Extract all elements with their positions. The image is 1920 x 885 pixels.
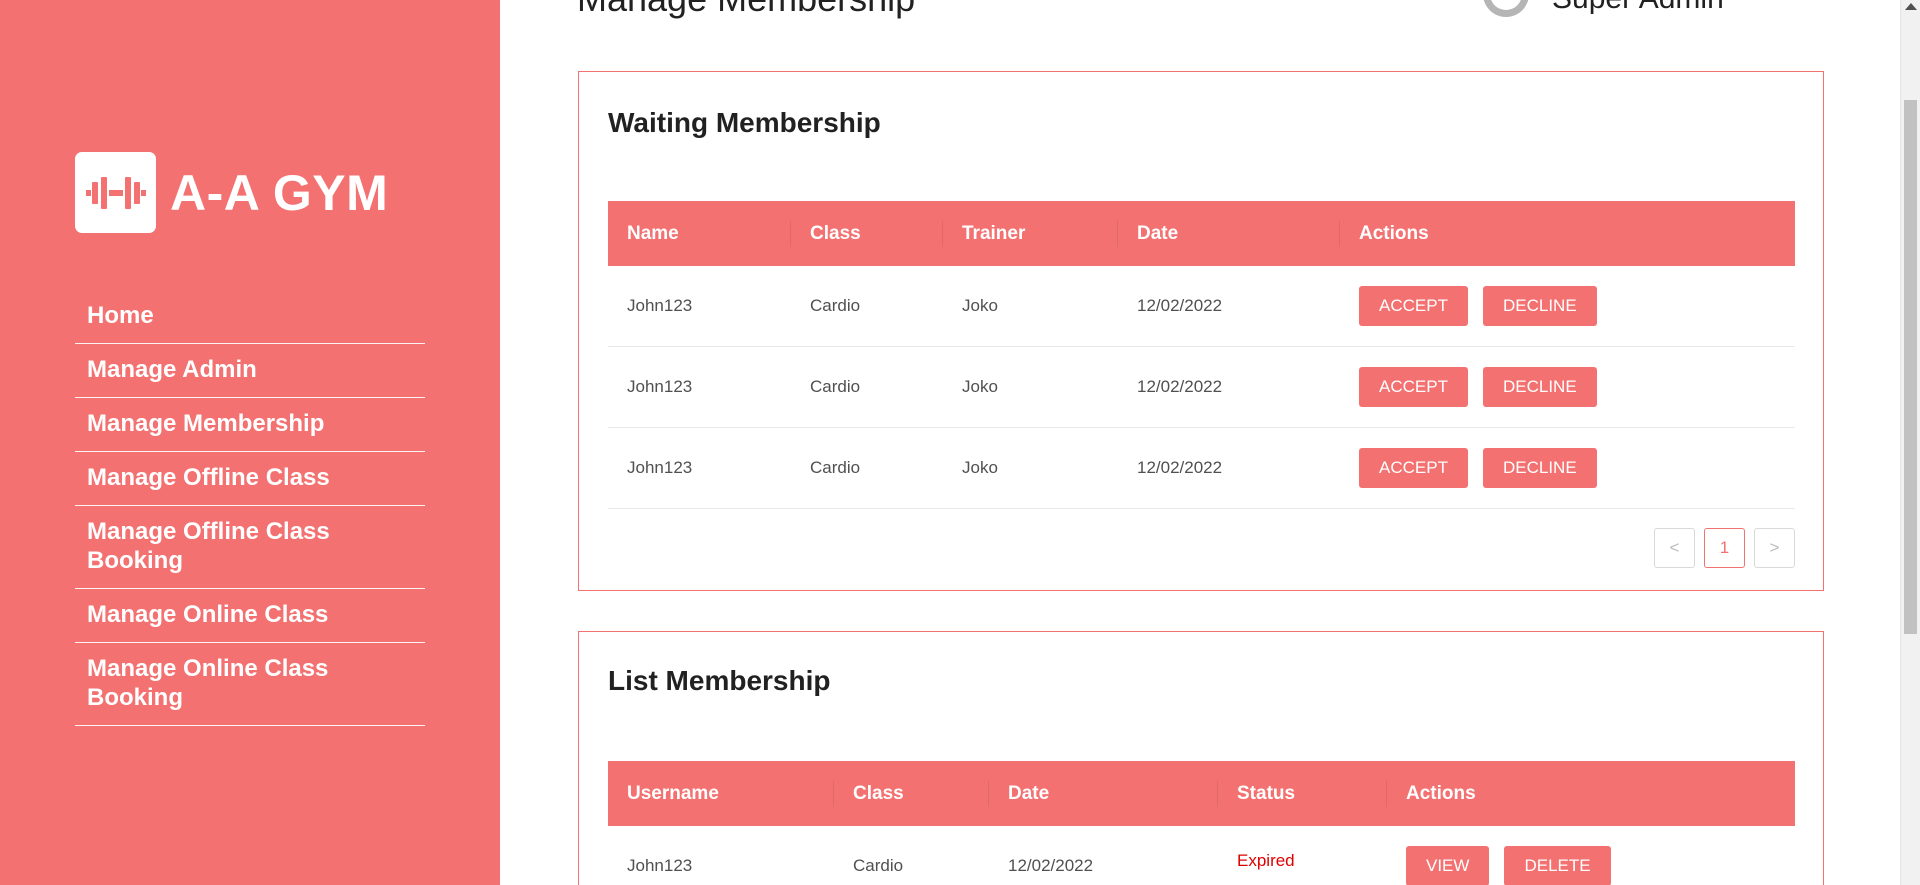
cell-name: John123 — [627, 377, 693, 396]
user-name: Super Admin — [1552, 0, 1724, 16]
list-membership-panel: List Membership Username Class Date Stat… — [578, 631, 1824, 885]
column-header-actions: Actions — [1406, 782, 1476, 804]
pagination-prev-button[interactable]: < — [1654, 528, 1695, 568]
cell-trainer: Joko — [962, 296, 998, 315]
accept-button[interactable]: ACCEPT — [1359, 367, 1468, 407]
cell-date: 12/02/2022 — [1137, 458, 1223, 477]
accept-button[interactable]: ACCEPT — [1359, 286, 1468, 326]
brand[interactable]: A-A GYM — [75, 152, 388, 233]
column-header-name[interactable]: Name — [608, 201, 791, 266]
waiting-membership-table: Name Class Trainer Date Actions John123 … — [608, 201, 1795, 509]
table-row: John123 Cardio Joko 12/02/2022 ACCEPT DE… — [608, 428, 1795, 509]
cell-class: Cardio — [853, 856, 904, 875]
user-menu[interactable]: Super Admin — [1480, 0, 1724, 22]
table-header: Name Class Trainer Date Actions — [608, 201, 1795, 266]
column-header-actions: Actions — [1359, 222, 1429, 244]
column-header-class[interactable]: Class — [791, 201, 943, 266]
page-title: Manage Membership — [577, 0, 915, 20]
table-row: John123 Cardio Joko 12/02/2022 ACCEPT DE… — [608, 266, 1795, 347]
cell-name: John123 — [627, 296, 693, 315]
dumbbell-icon — [75, 152, 156, 233]
pagination-page-1[interactable]: 1 — [1704, 528, 1745, 568]
decline-button[interactable]: DECLINE — [1482, 367, 1597, 407]
cell-trainer: Joko — [962, 377, 998, 396]
table-header: Username Class Date Status Actions — [608, 761, 1795, 826]
cell-actions: ACCEPT DECLINE — [1340, 448, 1795, 488]
cell-class: Cardio — [810, 458, 861, 477]
decline-button[interactable]: DECLINE — [1482, 448, 1597, 488]
sidebar-item-manage-membership[interactable]: Manage Membership — [75, 398, 425, 452]
cell-actions: VIEW DELETE — [1387, 846, 1795, 885]
list-membership-title: List Membership — [608, 665, 831, 696]
cell-trainer: Joko — [962, 458, 998, 477]
cell-date: 12/02/2022 — [1137, 296, 1223, 315]
pagination-next-button[interactable]: > — [1754, 528, 1795, 568]
column-header-date[interactable]: Date — [989, 761, 1218, 826]
cell-date: 12/02/2022 — [1137, 377, 1223, 396]
sidebar-item-manage-admin[interactable]: Manage Admin — [75, 344, 425, 398]
cell-date: 12/02/2022 — [1008, 856, 1094, 875]
cell-class: Cardio — [810, 296, 861, 315]
sidebar-nav: Home Manage Admin Manage Membership Mana… — [75, 290, 425, 726]
cell-name: John123 — [627, 458, 693, 477]
user-avatar-icon — [1480, 0, 1532, 22]
list-membership-table: Username Class Date Status Actions John1… — [608, 761, 1795, 885]
sidebar-item-home[interactable]: Home — [75, 290, 425, 344]
cell-class: Cardio — [810, 377, 861, 396]
accept-button[interactable]: ACCEPT — [1359, 448, 1468, 488]
scrollbar-thumb[interactable] — [1904, 100, 1917, 634]
decline-button[interactable]: DECLINE — [1482, 286, 1597, 326]
sidebar-item-manage-offline-class[interactable]: Manage Offline Class — [75, 452, 425, 506]
cell-actions: ACCEPT DECLINE — [1340, 286, 1795, 326]
pagination: < 1 > — [1645, 528, 1795, 568]
column-header-date[interactable]: Date — [1118, 201, 1340, 266]
sidebar-item-manage-online-class[interactable]: Manage Online Class — [75, 589, 425, 643]
scroll-up-arrow-icon[interactable] — [1905, 3, 1917, 10]
table-row: John123 Cardio 12/02/2022 Expired VIEW D… — [608, 826, 1795, 885]
view-button[interactable]: VIEW — [1406, 846, 1490, 885]
column-header-status[interactable]: Status — [1218, 761, 1387, 826]
cell-status: Expired — [1218, 851, 1387, 871]
sidebar-item-manage-online-class-booking[interactable]: Manage Online Class Booking — [75, 643, 425, 726]
sidebar: A-A GYM Home Manage Admin Manage Members… — [0, 0, 500, 885]
page-scrollbar[interactable] — [1900, 0, 1920, 885]
cell-actions: ACCEPT DECLINE — [1340, 367, 1795, 407]
delete-button[interactable]: DELETE — [1504, 846, 1611, 885]
column-header-username[interactable]: Username — [608, 761, 834, 826]
waiting-membership-panel: Waiting Membership Name Class Trainer Da… — [578, 71, 1824, 591]
column-header-class[interactable]: Class — [834, 761, 989, 826]
waiting-membership-title: Waiting Membership — [608, 107, 881, 138]
status-badge: Expired — [1237, 851, 1295, 870]
brand-name: A-A GYM — [170, 164, 389, 221]
cell-username: John123 — [627, 856, 693, 875]
column-header-trainer[interactable]: Trainer — [943, 201, 1118, 266]
table-row: John123 Cardio Joko 12/02/2022 ACCEPT DE… — [608, 347, 1795, 428]
sidebar-item-manage-offline-class-booking[interactable]: Manage Offline Class Booking — [75, 506, 425, 589]
